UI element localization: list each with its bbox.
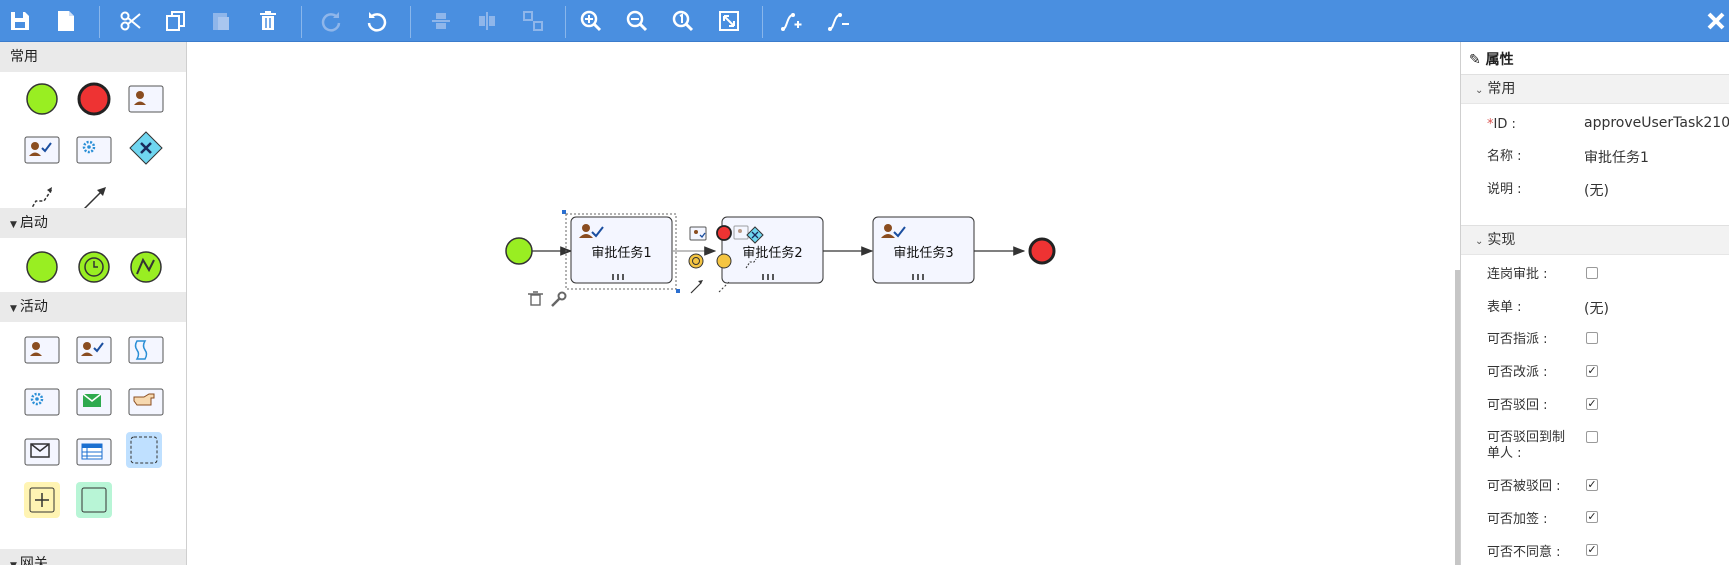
- activity-approve-task-icon[interactable]: [74, 330, 114, 370]
- check-label-5: 可否被驳回 :: [1487, 479, 1561, 494]
- checkbox-6[interactable]: ✓: [1586, 511, 1598, 523]
- palette-section-start[interactable]: ▼ 启动: [0, 208, 186, 238]
- task-label-3: 审批任务3: [893, 246, 954, 261]
- properties-panel: ✎ 属性 ⌄ 常用 *ID : approveUserTask2103 名称 : …: [1460, 42, 1729, 565]
- checkbox-3[interactable]: ✓: [1586, 398, 1598, 410]
- checkbox-2[interactable]: ✓: [1586, 365, 1598, 377]
- checkbox-4[interactable]: [1586, 431, 1598, 443]
- pad-approve-task-icon[interactable]: [689, 226, 707, 241]
- description-label: 说明 :: [1487, 182, 1522, 197]
- pad-timer-event-icon[interactable]: [688, 253, 704, 269]
- shape-palette: 常用 ▼ 启动 ▼ 活动 网关: [0, 42, 187, 565]
- copy-icon[interactable]: [160, 5, 192, 37]
- approve-task-icon[interactable]: [22, 130, 62, 170]
- signal-start-icon[interactable]: [126, 247, 166, 287]
- toolbar: [0, 0, 1729, 42]
- section-implementation[interactable]: ⌄ 实现: [1461, 225, 1729, 255]
- save-icon[interactable]: [4, 5, 36, 37]
- diagram-canvas[interactable]: 审批任务1 审批任务2 审批任务3: [188, 42, 1460, 565]
- expanded-subprocess-icon[interactable]: [74, 480, 114, 520]
- end-event-icon[interactable]: [74, 79, 114, 119]
- name-value[interactable]: 审批任务1: [1584, 147, 1649, 167]
- zoom-fit-icon[interactable]: [713, 5, 745, 37]
- exclusive-gateway-icon[interactable]: [126, 128, 166, 168]
- check-label-0: 连岗审批 :: [1487, 267, 1548, 282]
- palette-section-gateway[interactable]: ▼网关: [0, 549, 186, 565]
- manual-task-icon[interactable]: [126, 382, 166, 422]
- start-event[interactable]: [505, 237, 533, 265]
- redo-icon[interactable]: [315, 5, 347, 37]
- user-task-icon[interactable]: [126, 79, 166, 119]
- chevron-down-icon: ⌄: [1475, 236, 1484, 247]
- align-vertical-icon[interactable]: [425, 5, 457, 37]
- task-label-2: 审批任务2: [742, 246, 803, 261]
- align-horizontal-icon[interactable]: [471, 5, 503, 37]
- business-rule-task-icon[interactable]: [74, 432, 114, 472]
- form-label: 表单 :: [1487, 300, 1522, 315]
- remove-bendpoint-icon[interactable]: [822, 5, 854, 37]
- script-task-icon[interactable]: [126, 330, 166, 370]
- palette-section-common[interactable]: 常用: [0, 42, 186, 72]
- activity-service-task-icon[interactable]: [22, 382, 62, 422]
- zoom-out-icon[interactable]: [621, 5, 653, 37]
- add-bendpoint-icon[interactable]: [775, 5, 807, 37]
- id-label: *ID :: [1487, 117, 1516, 132]
- checkbox-1[interactable]: [1586, 332, 1598, 344]
- form-value[interactable]: (无): [1584, 298, 1609, 318]
- subprocess-group-icon[interactable]: [124, 430, 164, 470]
- start-none-icon[interactable]: [22, 247, 62, 287]
- check-label-3: 可否驳回 :: [1487, 398, 1548, 413]
- check-label-1: 可否指派 :: [1487, 332, 1548, 347]
- section-common[interactable]: ⌄ 常用: [1461, 74, 1729, 104]
- close-icon[interactable]: [1700, 5, 1729, 37]
- new-file-icon[interactable]: [50, 5, 82, 37]
- service-task-icon[interactable]: [74, 130, 114, 170]
- check-label-7: 可否不同意 :: [1487, 545, 1561, 560]
- undo-icon[interactable]: [361, 5, 393, 37]
- cut-icon[interactable]: [115, 5, 147, 37]
- paste-icon[interactable]: [205, 5, 237, 37]
- delete-icon[interactable]: [252, 5, 284, 37]
- same-size-icon[interactable]: [517, 5, 549, 37]
- check-label-2: 可否改派 :: [1487, 365, 1548, 380]
- start-event-icon[interactable]: [22, 79, 62, 119]
- receive-task-icon[interactable]: [22, 432, 62, 472]
- task-label-1: 审批任务1: [591, 246, 652, 261]
- palette-section-activity[interactable]: ▼ 活动: [0, 292, 186, 322]
- checkbox-7[interactable]: ✓: [1586, 544, 1598, 556]
- timer-start-icon[interactable]: [74, 247, 114, 287]
- pad-end-event-icon[interactable]: [716, 225, 732, 241]
- pad-wrench-icon[interactable]: [551, 291, 567, 307]
- description-value[interactable]: (无): [1584, 180, 1609, 200]
- zoom-in-icon[interactable]: [575, 5, 607, 37]
- pad-delete-icon[interactable]: [528, 291, 543, 306]
- checkbox-5[interactable]: ✓: [1586, 479, 1598, 491]
- chevron-down-icon: ⌄: [1475, 85, 1484, 96]
- id-value[interactable]: approveUserTask2103: [1584, 115, 1729, 131]
- check-label-6: 可否加签 :: [1487, 512, 1548, 527]
- zoom-actual-icon[interactable]: [667, 5, 699, 37]
- check-label-4: 可否驳回到制单人 :: [1487, 430, 1566, 461]
- pad-user-task-icon[interactable]: [733, 225, 749, 240]
- end-event[interactable]: [1028, 237, 1056, 265]
- pad-association-icon[interactable]: [718, 281, 730, 293]
- name-label: 名称 :: [1487, 149, 1522, 164]
- properties-title: ✎ 属性: [1469, 52, 1514, 68]
- collapsed-subprocess-icon[interactable]: [22, 480, 62, 520]
- pencil-icon: ✎: [1469, 52, 1481, 68]
- activity-user-task-icon[interactable]: [22, 330, 62, 370]
- mail-task-icon[interactable]: [74, 382, 114, 422]
- pad-connect-icon[interactable]: [690, 280, 703, 294]
- checkbox-0[interactable]: [1586, 267, 1598, 279]
